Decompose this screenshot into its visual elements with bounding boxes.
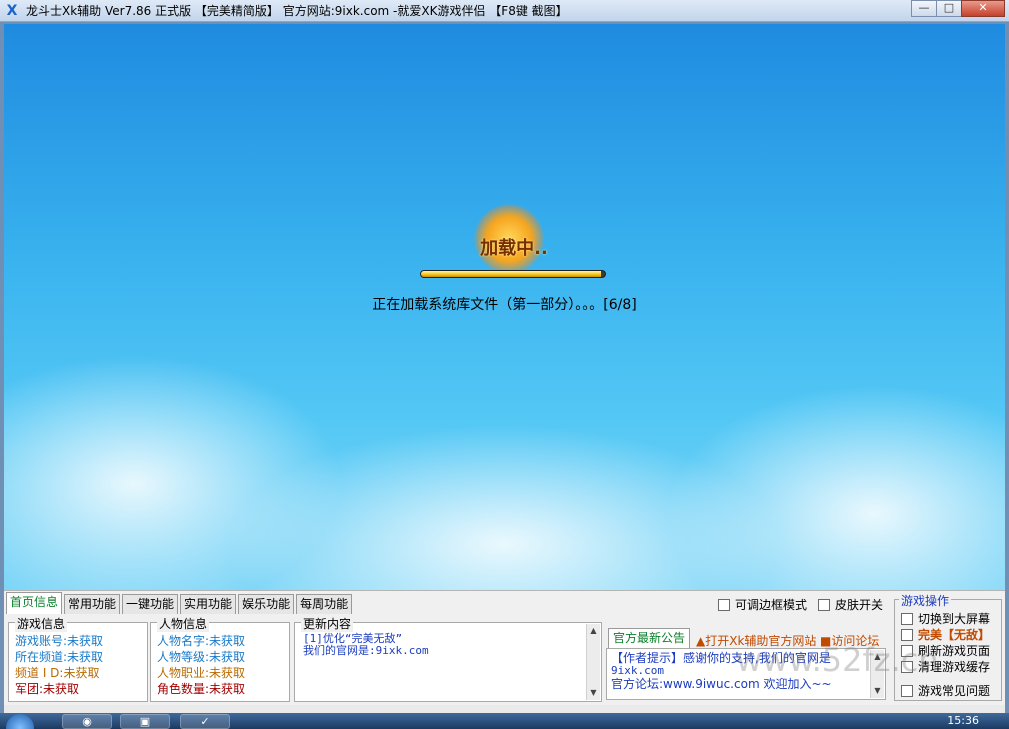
game-viewport[interactable]: 加载中.. 正在加载系统库文件（第一部分）。。。[6/8]: [4, 24, 1005, 590]
tab-one-click[interactable]: 一键功能: [122, 594, 179, 614]
skin-toggle-label: 皮肤开关: [835, 598, 884, 612]
character-info-title: 人物信息: [157, 615, 210, 632]
announcement-tab[interactable]: 官方最新公告: [608, 628, 691, 648]
clear-cache-option[interactable]: 清理游戏缓存: [901, 658, 990, 675]
character-info-group: 人物信息 人物名字:未获取 人物等级:未获取 人物职业:未获取 角色数量:未获取: [150, 615, 290, 702]
skin-toggle-option[interactable]: 皮肤开关: [818, 596, 883, 613]
invincible-option[interactable]: 完美【无敌】: [901, 626, 990, 643]
loading-progress-bar: [420, 270, 606, 278]
taskbar-app-icon[interactable]: ▣: [120, 714, 170, 729]
invincible-label: 完美【无敌】: [918, 628, 991, 642]
refresh-checkbox[interactable]: [901, 644, 913, 657]
tab-common[interactable]: 常用功能: [64, 594, 121, 614]
game-operations-title: 游戏操作: [899, 592, 952, 609]
refresh-label: 刷新游戏页面: [918, 644, 991, 658]
loading-widget: 加载中..: [420, 204, 606, 284]
character-name: 人物名字:未获取: [157, 634, 246, 648]
tab-weekly[interactable]: 每周功能: [296, 594, 353, 614]
cloud-decoration: [664, 384, 1005, 590]
skin-toggle-checkbox[interactable]: [818, 598, 830, 611]
scroll-up-icon[interactable]: ▲: [587, 624, 600, 638]
app-logo-icon: X: [6, 2, 18, 19]
taskbar-clock[interactable]: 15:36: [947, 713, 979, 729]
scroll-down-icon[interactable]: ▼: [871, 684, 884, 698]
window-controls: — □ ✕: [911, 0, 1005, 17]
fullscreen-checkbox[interactable]: [901, 612, 913, 625]
game-info-group: 游戏信息 游戏账号:未获取 所在频道:未获取 频道 I D:未获取 军团:未获取: [8, 615, 148, 702]
loading-status-text: 正在加载系统库文件（第一部分）。。。[6/8]: [372, 297, 637, 313]
announcement-group: 官方最新公告 ▲打开Xk辅助官方网站 ■访问论坛 【作者提示】感谢你的支持,我们…: [604, 622, 888, 702]
os-taskbar: ◉ ▣ ✓ 15:36: [0, 713, 1009, 729]
maximize-button[interactable]: □: [936, 0, 962, 17]
tab-utility[interactable]: 实用功能: [180, 594, 237, 614]
close-button[interactable]: ✕: [961, 0, 1005, 17]
refresh-option[interactable]: 刷新游戏页面: [901, 642, 990, 659]
invincible-checkbox[interactable]: [901, 628, 913, 641]
resizable-border-option[interactable]: 可调边框模式: [718, 596, 807, 613]
fullscreen-option[interactable]: 切换到大屏幕: [901, 610, 990, 627]
announcement-box: 【作者提示】感谢你的支持,我们的官网是 9ixk.com 官方论坛:www.9i…: [606, 648, 886, 700]
resizable-border-label: 可调边框模式: [735, 598, 808, 612]
clear-cache-checkbox[interactable]: [901, 660, 913, 673]
game-info-title: 游戏信息: [15, 615, 68, 632]
visit-forum-link[interactable]: ■访问论坛: [820, 632, 879, 649]
open-official-site-link[interactable]: ▲打开Xk辅助官方网站: [696, 632, 816, 649]
resizable-border-checkbox[interactable]: [718, 598, 730, 611]
title-bar[interactable]: X 龙斗士Xk辅助 Ver7.86 正式版 【完美精简版】 官方网站:9ixk.…: [0, 0, 1009, 22]
faq-label: 游戏常见问题: [918, 684, 991, 698]
game-channel: 所在频道:未获取: [15, 650, 104, 664]
status-bar: [4, 705, 1005, 713]
update-content-list: [1]优化“完美无敌” 我们的官网是:9ixk.com: [303, 633, 429, 657]
character-level: 人物等级:未获取: [157, 650, 246, 664]
announcement-line: 官方论坛:www.9iwuc.com 欢迎加入~~: [611, 677, 832, 691]
character-job: 人物职业:未获取: [157, 666, 246, 680]
scroll-down-icon[interactable]: ▼: [587, 686, 600, 700]
game-legion: 军团:未获取: [15, 682, 80, 696]
function-tabs: 首页信息 常用功能 一键功能 实用功能 娱乐功能 每周功能: [6, 592, 354, 614]
announcement-line: 9ixk.com: [611, 664, 664, 677]
fullscreen-label: 切换到大屏幕: [918, 612, 991, 626]
loading-badge-text: 加载中..: [480, 238, 548, 259]
update-content-title: 更新内容: [301, 615, 354, 632]
game-operations-group: 游戏操作 切换到大屏幕 完美【无敌】 刷新游戏页面 清理游戏缓存 游戏常见问题: [894, 592, 1002, 701]
update-scrollbar[interactable]: ▲ ▼: [586, 624, 600, 700]
announcement-scrollbar[interactable]: ▲ ▼: [870, 650, 884, 698]
window-title: 龙斗士Xk辅助 Ver7.86 正式版 【完美精简版】 官方网站:9ixk.co…: [26, 4, 568, 18]
update-content-group: 更新内容 [1]优化“完美无敌” 我们的官网是:9ixk.com ▲ ▼: [294, 615, 602, 702]
minimize-button[interactable]: —: [911, 0, 937, 17]
control-panel: 首页信息 常用功能 一键功能 实用功能 娱乐功能 每周功能 可调边框模式 皮肤开…: [4, 590, 1005, 705]
taskbar-app-icon[interactable]: ✓: [180, 714, 230, 729]
game-account: 游戏账号:未获取: [15, 634, 104, 648]
clear-cache-label: 清理游戏缓存: [918, 660, 991, 674]
tab-home-info[interactable]: 首页信息: [6, 592, 63, 614]
tab-entertainment[interactable]: 娱乐功能: [238, 594, 295, 614]
start-button-icon[interactable]: [6, 714, 34, 729]
scroll-up-icon[interactable]: ▲: [871, 650, 884, 664]
game-channel-id: 频道 I D:未获取: [15, 666, 100, 680]
faq-checkbox[interactable]: [901, 684, 913, 697]
faq-option[interactable]: 游戏常见问题: [901, 682, 990, 699]
update-line: 我们的官网是:9ixk.com: [303, 644, 429, 657]
character-count: 角色数量:未获取: [157, 682, 246, 696]
taskbar-app-icon[interactable]: ◉: [62, 714, 112, 729]
loading-progress-fill: [421, 271, 602, 277]
announcement-line: 【作者提示】感谢你的支持,我们的官网是: [611, 651, 831, 665]
announcement-body: 【作者提示】感谢你的支持,我们的官网是 9ixk.com 官方论坛:www.9i…: [611, 651, 881, 691]
